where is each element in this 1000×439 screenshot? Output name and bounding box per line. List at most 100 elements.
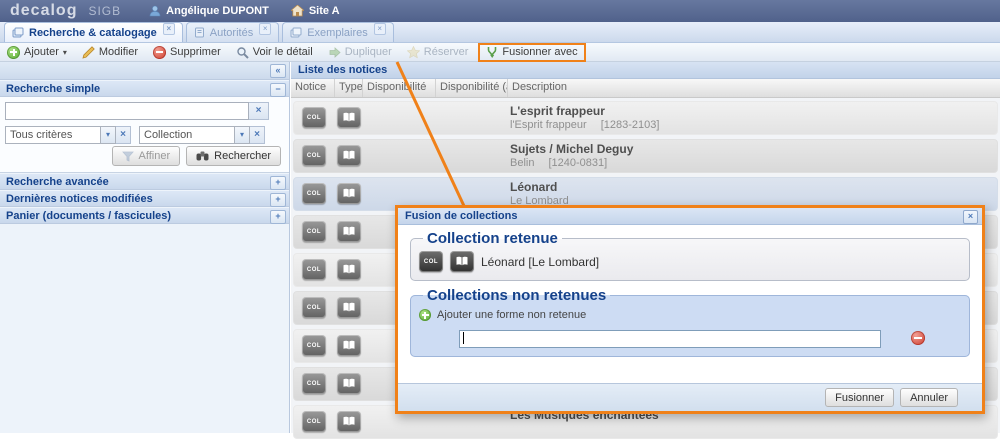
expand-panel-icon[interactable] (270, 176, 286, 190)
book-icon (450, 251, 474, 272)
retained-collection-fieldset: Collection retenue COL Léonard [Le Lomba… (410, 230, 970, 281)
clear-criteria-icon[interactable] (116, 126, 131, 144)
tab-label: Exemplaires (307, 27, 368, 39)
dialog-close-icon[interactable] (963, 210, 978, 224)
delete-button[interactable]: Supprimer (150, 45, 224, 60)
records-toolbar: Ajouter Modifier Supprimer Voir le détai… (0, 43, 1000, 62)
tab-close-icon[interactable] (259, 23, 271, 35)
column-type[interactable]: Type ... (335, 79, 363, 97)
clear-search-icon[interactable] (249, 102, 269, 120)
merge-with-button[interactable]: Fusionner avec (478, 43, 585, 62)
panel-title: Dernières notices modifiées (6, 193, 153, 205)
book-icon (337, 335, 361, 356)
chevron-down-icon[interactable] (101, 126, 116, 144)
collection-value: Collection (139, 126, 235, 144)
document-icon (194, 27, 205, 38)
panel-title: Panier (documents / fascicules) (6, 210, 171, 222)
clear-collection-icon[interactable] (250, 126, 265, 144)
collection-badge-icon: COL (302, 183, 326, 204)
cancel-button[interactable]: Annuler (900, 388, 958, 407)
app-logo: decalog (10, 1, 77, 21)
retained-collection-item: COL Léonard [Le Lombard] (419, 251, 961, 272)
dialog-titlebar[interactable]: Fusion de collections (398, 208, 982, 225)
collection-select[interactable]: Collection (139, 126, 265, 144)
reserve-label: Réserver (424, 46, 469, 58)
view-detail-label: Voir le détail (253, 46, 313, 58)
reserve-button: Réserver (404, 45, 472, 60)
add-label: Ajouter (24, 46, 59, 58)
magnifier-icon (236, 46, 249, 59)
list-item[interactable]: COL L'esprit frappeur l'Esprit frappeur[… (293, 101, 998, 135)
site-name: Site A (309, 5, 340, 17)
tab-recherche-catalogage[interactable]: Recherche & catalogage (4, 22, 183, 42)
catalog-icon (12, 27, 24, 38)
current-site[interactable]: Site A (291, 5, 340, 17)
duplicate-arrow-icon (328, 46, 341, 59)
dialog-title: Fusion de collections (405, 210, 517, 222)
search-sidebar: Recherche simple Tous critères Collectio… (0, 62, 290, 433)
search-button[interactable]: Rechercher (186, 146, 281, 166)
duplicate-label: Dupliquer (345, 46, 392, 58)
book-icon (337, 221, 361, 242)
book-icon (337, 373, 361, 394)
dialog-body: Collection retenue COL Léonard [Le Lomba… (398, 225, 982, 383)
merge-icon (486, 46, 498, 58)
notice-title: L'esprit frappeur (510, 104, 659, 119)
column-notice[interactable]: Notice (291, 79, 335, 97)
column-disponibilite[interactable]: Disponibilité (363, 79, 436, 97)
plus-circle-icon (7, 46, 20, 59)
modify-label: Modifier (99, 46, 138, 58)
current-user[interactable]: Angélique DUPONT (149, 5, 269, 17)
expand-panel-icon[interactable] (270, 210, 286, 224)
home-icon (291, 5, 304, 17)
not-retained-legend: Collections non retenues (423, 287, 610, 304)
expand-panel-icon[interactable] (270, 193, 286, 207)
minus-circle-icon (153, 46, 166, 59)
tab-exemplaires[interactable]: Exemplaires (282, 22, 394, 42)
panel-title: Recherche simple (6, 83, 100, 95)
book-icon (337, 183, 361, 204)
tab-bar: Recherche & catalogage Autorités Exempla… (0, 22, 1000, 43)
column-description[interactable]: Description (508, 79, 1000, 97)
notice-code: [1283-2103] (601, 119, 660, 131)
non-retained-form-input[interactable] (459, 330, 881, 348)
chevron-down-icon[interactable] (235, 126, 250, 144)
duplicate-button: Dupliquer (325, 45, 395, 60)
search-input[interactable] (5, 102, 249, 120)
remove-form-icon[interactable] (911, 331, 925, 345)
notice-title: Sujets / Michel Deguy (510, 142, 633, 157)
collection-badge-icon: COL (302, 259, 326, 280)
collapse-panel-icon[interactable] (270, 83, 286, 97)
list-item[interactable]: COL Sujets / Michel Deguy Belin[1240-083… (293, 139, 998, 173)
tab-close-icon[interactable] (374, 23, 386, 35)
modify-button[interactable]: Modifier (79, 45, 141, 60)
collection-badge-icon: COL (419, 251, 443, 272)
collapse-sidebar-icon[interactable] (270, 64, 286, 78)
collection-badge-icon: COL (302, 221, 326, 242)
collection-badge-icon: COL (302, 107, 326, 128)
add-form-label: Ajouter une forme non retenue (437, 309, 586, 321)
dropdown-caret-icon (63, 48, 67, 57)
book-icon (337, 297, 361, 318)
refine-button: Affiner (112, 146, 181, 166)
panel-recherche-simple[interactable]: Recherche simple (0, 80, 289, 97)
funnel-icon (122, 151, 134, 162)
column-disponibilite-a[interactable]: Disponibilité (a... (436, 79, 508, 97)
panel-panier[interactable]: Panier (documents / fascicules) (0, 207, 289, 224)
merge-confirm-button[interactable]: Fusionner (825, 388, 894, 407)
panel-dernieres-notices[interactable]: Dernières notices modifiées (0, 190, 289, 207)
fusion-collections-dialog: Fusion de collections Collection retenue… (395, 205, 985, 414)
merge-with-label: Fusionner avec (502, 46, 577, 58)
app-product-name: SIGB (88, 4, 121, 18)
criteria-select[interactable]: Tous critères (5, 126, 131, 144)
panel-recherche-avancee[interactable]: Recherche avancée (0, 173, 289, 190)
tab-autorites[interactable]: Autorités (186, 22, 279, 42)
collection-badge-icon: COL (302, 145, 326, 166)
delete-label: Supprimer (170, 46, 221, 58)
tab-close-icon[interactable] (163, 23, 175, 35)
tab-label: Recherche & catalogage (29, 27, 157, 39)
criteria-value: Tous critères (5, 126, 101, 144)
add-button[interactable]: Ajouter (4, 45, 70, 60)
add-form-link[interactable]: Ajouter une forme non retenue (419, 309, 961, 321)
view-detail-button[interactable]: Voir le détail (233, 45, 316, 60)
